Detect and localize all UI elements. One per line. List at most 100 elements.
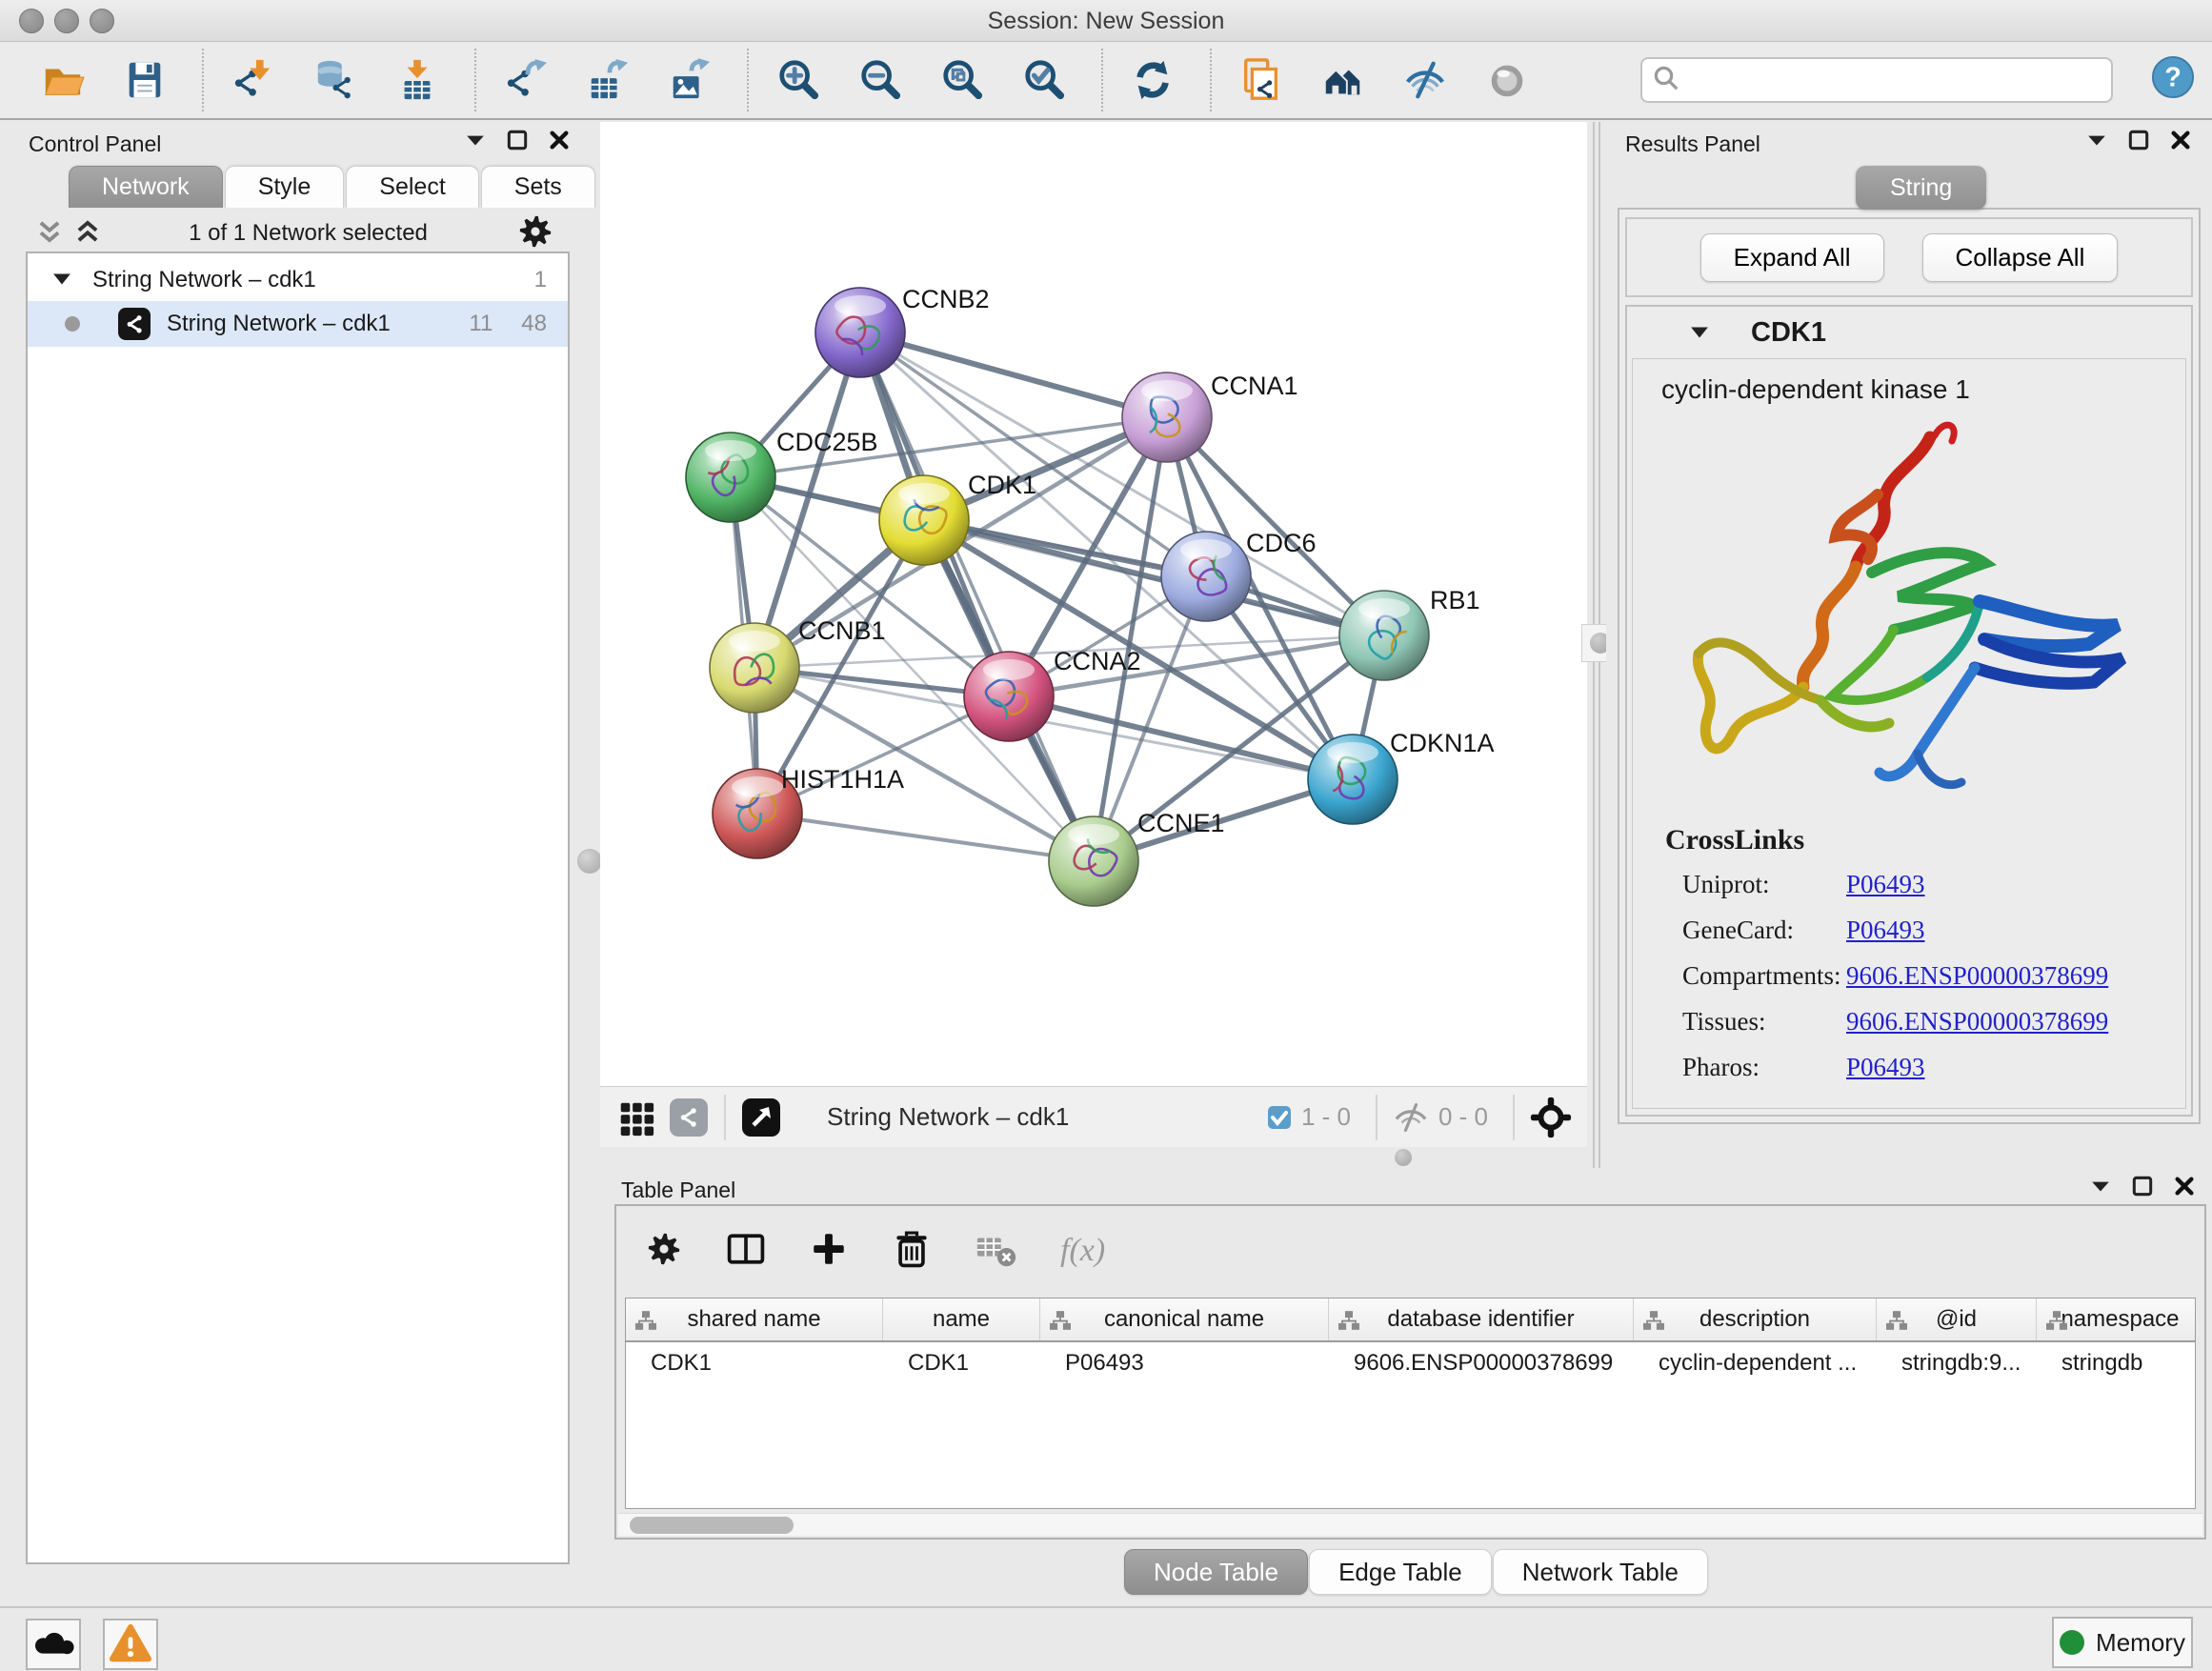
table-cell[interactable]: stringdb:9... (1877, 1350, 2037, 1377)
table-cell[interactable]: stringdb (2037, 1350, 2196, 1377)
zoom-out-icon[interactable] (855, 55, 905, 105)
node-table[interactable]: shared namenamecanonical namedatabase id… (625, 1298, 2196, 1509)
close-panel-icon[interactable] (2174, 1176, 2195, 1197)
network-badge-gray-icon (669, 1097, 709, 1137)
splitter-grip[interactable] (1395, 1149, 1412, 1166)
status-bar: Memory (0, 1606, 2212, 1671)
column-header-shared-name[interactable]: shared name (626, 1299, 883, 1340)
collapse-all-button[interactable]: Collapse All (1922, 233, 2119, 282)
crosslink-link[interactable]: P06493 (1846, 1053, 1925, 1082)
grid-view-icon[interactable] (615, 1097, 655, 1137)
import-network-icon[interactable] (229, 55, 278, 105)
horizontal-splitter[interactable] (600, 1147, 1606, 1168)
table-cell[interactable]: CDK1 (883, 1350, 1040, 1377)
float-panel-icon[interactable] (2132, 1176, 2153, 1197)
save-icon[interactable] (120, 55, 170, 105)
create-column-icon[interactable] (809, 1229, 849, 1274)
float-panel-icon[interactable] (507, 130, 528, 151)
node-CDC25B[interactable] (686, 433, 775, 522)
column-header-database-identifier[interactable]: database identifier (1329, 1299, 1634, 1340)
column-header-canonical-name[interactable]: canonical name (1040, 1299, 1329, 1340)
float-panel-icon[interactable] (2128, 130, 2149, 151)
close-panel-icon[interactable] (2170, 130, 2191, 151)
preview-eye-icon[interactable] (1482, 55, 1532, 105)
tree-caret-icon[interactable] (52, 267, 71, 293)
node-CDK1[interactable] (879, 475, 969, 565)
column-header-description[interactable]: description (1634, 1299, 1877, 1340)
collapse-all-networks-icon[interactable] (37, 220, 62, 248)
node-CDC6[interactable] (1161, 532, 1251, 621)
table-cell[interactable]: CDK1 (626, 1350, 883, 1377)
application-window: Session: New Session ? Control Panel Net… (0, 0, 2212, 1671)
node-RB1[interactable] (1339, 591, 1429, 680)
refresh-icon[interactable] (1128, 55, 1177, 105)
tab-network-table[interactable]: Network Table (1493, 1549, 1708, 1595)
network-canvas[interactable]: CCNB2CCNA1CDC25BCDK1CDC6RB1CCNB1CCNA2CDK… (600, 122, 1587, 1086)
birdseye-view-icon[interactable] (741, 1097, 781, 1137)
expand-all-button[interactable]: Expand All (1700, 233, 1884, 282)
import-database-icon[interactable] (311, 55, 360, 105)
table-cell[interactable]: cyclin-dependent ... (1634, 1350, 1877, 1377)
panel-menu-caret-icon[interactable] (2086, 130, 2107, 151)
warning-icon[interactable] (103, 1619, 158, 1670)
table-options-gear-icon[interactable] (645, 1230, 683, 1273)
show-columns-icon[interactable] (725, 1228, 767, 1275)
section-caret-icon[interactable] (1690, 325, 1709, 340)
tab-string[interactable]: String (1856, 166, 1986, 210)
crosslink-link[interactable]: P06493 (1846, 916, 1925, 945)
column-header-namespace[interactable]: namespace (2037, 1299, 2196, 1340)
table-cell[interactable]: 9606.ENSP00000378699 (1329, 1350, 1634, 1377)
search-input[interactable] (1680, 61, 2111, 99)
zoom-selected-icon[interactable] (1019, 55, 1069, 105)
column-header--id[interactable]: @id (1877, 1299, 2037, 1340)
edge-HIST1H1A-CCNE1[interactable] (757, 814, 1094, 861)
expand-all-networks-icon[interactable] (75, 220, 100, 248)
tab-edge-table[interactable]: Edge Table (1309, 1549, 1492, 1595)
panel-menu-caret-icon[interactable] (2090, 1176, 2111, 1197)
table-horizontal-scrollbar[interactable] (618, 1513, 2202, 1536)
table-row[interactable]: CDK1CDK1P064939606.ENSP00000378699cyclin… (626, 1342, 2195, 1384)
crosslink-link[interactable]: P06493 (1846, 870, 1925, 899)
help-icon[interactable]: ? (2151, 55, 2195, 104)
export-table-icon[interactable] (583, 55, 633, 105)
close-panel-icon[interactable] (549, 130, 570, 151)
crosslink-link[interactable]: 9606.ENSP00000378699 (1846, 961, 2108, 991)
cloud-icon[interactable] (26, 1619, 81, 1670)
clipboard-share-icon[interactable] (1237, 55, 1286, 105)
zoom-fit-icon[interactable] (937, 55, 987, 105)
hide-unhide-icon[interactable] (1400, 55, 1450, 105)
fit-selected-crosshair-icon[interactable] (1530, 1097, 1572, 1138)
node-CDKN1A[interactable] (1308, 735, 1398, 824)
export-image-icon[interactable] (665, 55, 714, 105)
node-CCNB1[interactable] (710, 623, 799, 713)
node-CCNA2[interactable] (964, 652, 1054, 741)
tab-style[interactable]: Style (225, 166, 345, 208)
tab-select[interactable]: Select (346, 166, 478, 208)
node-CCNB2[interactable] (815, 288, 905, 377)
zoom-in-icon[interactable] (774, 55, 823, 105)
table-cell[interactable]: P06493 (1040, 1350, 1329, 1377)
open-file-icon[interactable] (38, 55, 88, 105)
delete-columns-icon[interactable] (891, 1228, 933, 1275)
tab-network[interactable]: Network (69, 166, 223, 208)
network-options-gear-icon[interactable] (516, 212, 554, 255)
export-network-icon[interactable] (501, 55, 551, 105)
protein-section-header[interactable]: CDK1 (1627, 307, 2191, 358)
memory-button[interactable]: Memory (2052, 1617, 2193, 1668)
search-box[interactable] (1640, 57, 2113, 103)
import-table-icon[interactable] (392, 55, 442, 105)
scrollbar-thumb[interactable] (630, 1517, 794, 1534)
network-row-selected[interactable]: String Network – cdk1 11 48 (28, 301, 568, 347)
table-header-row: shared namenamecanonical namedatabase id… (626, 1299, 2195, 1342)
tab-sets[interactable]: Sets (481, 166, 595, 208)
node-CCNA1[interactable] (1122, 372, 1212, 462)
network-collection-row[interactable]: String Network – cdk1 1 (28, 259, 568, 301)
selected-nodes-checkbox[interactable] (1267, 1105, 1292, 1130)
houses-icon[interactable] (1318, 55, 1368, 105)
column-header-name[interactable]: name (883, 1299, 1040, 1340)
crosslink-link[interactable]: 9606.ENSP00000378699 (1846, 1007, 2108, 1037)
panel-splitter-handle[interactable] (577, 849, 602, 874)
panel-menu-caret-icon[interactable] (465, 130, 486, 151)
tab-node-table[interactable]: Node Table (1124, 1549, 1308, 1595)
node-CCNE1[interactable] (1049, 816, 1138, 906)
